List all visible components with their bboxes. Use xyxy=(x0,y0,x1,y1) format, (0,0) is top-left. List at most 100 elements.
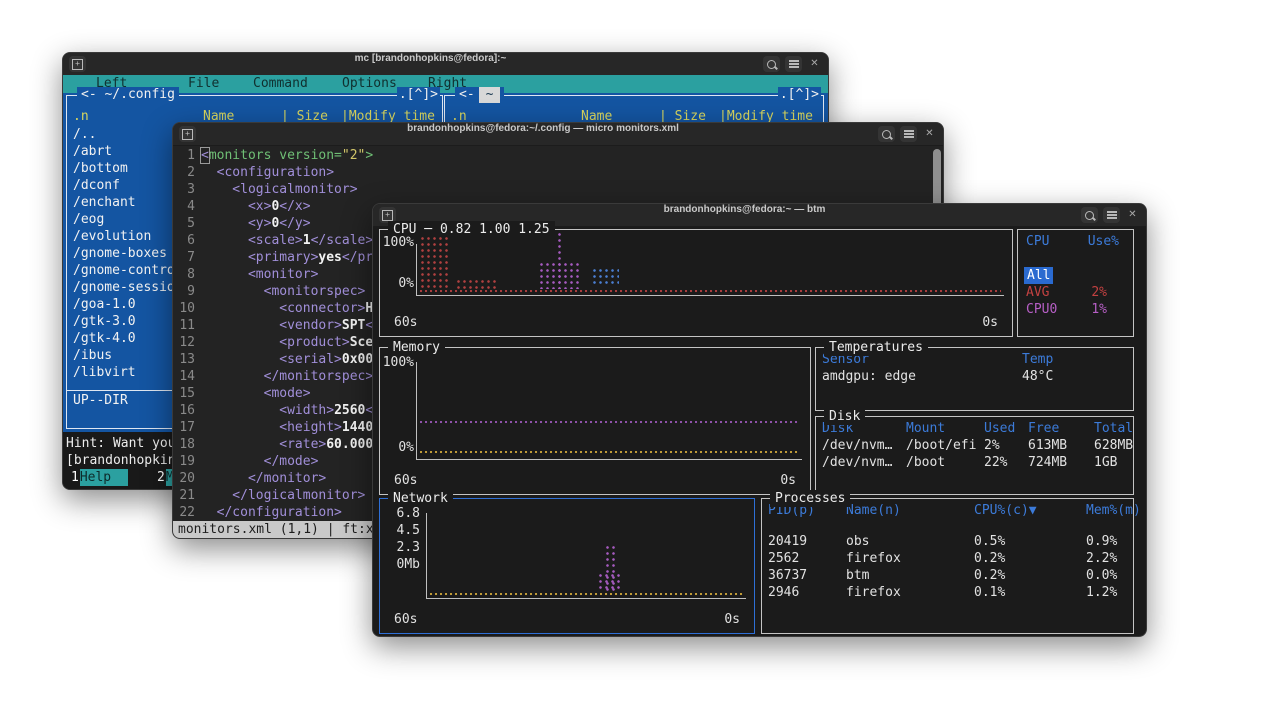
mc-left-panel-corner: .[^]> xyxy=(397,87,440,103)
mc-command-prompt[interactable]: [brandonhopkin xyxy=(66,452,176,469)
search-button[interactable] xyxy=(1081,207,1098,223)
micro-titlebar[interactable]: + brandonhopkins@fedora:~/.config — micr… xyxy=(173,123,943,146)
new-tab-icon: + xyxy=(382,210,393,221)
processes-panel[interactable]: Processes PID(p) Name(n) CPU%(c)▼ Mem%(m… xyxy=(761,498,1134,634)
code-line[interactable]: 3 <logicalmonitor> xyxy=(173,181,943,198)
menu-item-file[interactable]: File xyxy=(188,75,219,93)
cpu-graph xyxy=(416,244,1004,296)
cpu-legend-row[interactable]: CPU0 1% xyxy=(1018,301,1133,318)
line-number: 2 xyxy=(173,164,195,181)
table-cell: 1GB xyxy=(1094,454,1133,471)
table-row: /dev/nvm…/boot22%724MB1GB xyxy=(816,454,1133,471)
new-tab-button[interactable]: + xyxy=(179,126,196,142)
close-button[interactable]: ✕ xyxy=(921,126,938,142)
sort-indicator[interactable]: .n xyxy=(73,108,89,125)
table-row: amdgpu: edge48°C xyxy=(816,368,1133,385)
code-text: <monitor> xyxy=(201,267,318,282)
network-y-1: 4.5 xyxy=(384,522,420,539)
table-cell: obs xyxy=(846,533,974,550)
temperatures-panel[interactable]: Temperatures Sensor Temp amdgpu: edge48°… xyxy=(815,347,1134,411)
table-cell: 2562 xyxy=(768,550,846,567)
table-cell: 2946 xyxy=(768,584,846,601)
memory-x-right: 0s xyxy=(780,472,796,489)
table-cell: 1.2% xyxy=(1086,584,1133,601)
menu-item-options[interactable]: Options xyxy=(342,75,397,93)
ram-usage-line xyxy=(420,421,799,424)
table-cell: 0.2% xyxy=(974,550,1086,567)
memory-graph xyxy=(416,362,802,460)
table-cell: 36737 xyxy=(768,567,846,584)
mc-titlebar[interactable]: + mc [brandonhopkins@fedora]:~ ✕ xyxy=(63,53,828,76)
line-number: 4 xyxy=(173,198,195,215)
cpu-y-min: 0% xyxy=(382,275,414,292)
line-number: 15 xyxy=(173,385,195,402)
table-cell: firefox xyxy=(846,550,974,567)
code-text: <scale>1</scale> xyxy=(201,233,373,248)
col-name[interactable]: Name(n) xyxy=(846,502,974,519)
mc-right-panel-corner: .[^]> xyxy=(778,87,821,103)
col-free: Free xyxy=(1028,420,1094,437)
line-number: 5 xyxy=(173,215,195,232)
line-number: 1 xyxy=(173,147,195,164)
table-row[interactable]: 20419obs0.5%0.9% xyxy=(762,533,1133,550)
network-x-right: 0s xyxy=(724,611,740,628)
cpu-panel[interactable]: CPU ─ 0.82 1.00 1.25 100% 0% 60s 0s xyxy=(379,229,1013,337)
col-mount: Mount xyxy=(906,420,984,437)
code-text: <configuration> xyxy=(201,165,334,180)
network-panel[interactable]: Network 6.8 4.5 2.3 0Mb 60s 0s xyxy=(379,498,755,634)
cpu-legend-panel[interactable]: CPU Use% AllAVG2%CPU01% xyxy=(1017,229,1134,337)
col-cpu-sorted[interactable]: CPU%(c)▼ xyxy=(974,502,1086,519)
cpu-legend-rows: AllAVG2%CPU0 1% xyxy=(1018,250,1133,318)
memory-panel[interactable]: Memory 100% 0% 60s 0s xyxy=(379,347,811,495)
search-button[interactable] xyxy=(878,126,895,142)
network-graph xyxy=(426,513,746,599)
close-icon: ✕ xyxy=(925,129,933,139)
close-button[interactable]: ✕ xyxy=(806,56,823,72)
legend-value: 1% xyxy=(1091,301,1107,318)
close-button[interactable]: ✕ xyxy=(1124,207,1141,223)
mc-right-panel-path: <- ~ xyxy=(455,87,504,103)
table-row[interactable]: 2946firefox0.1%1.2% xyxy=(762,584,1133,601)
table-cell: 0.2% xyxy=(974,567,1086,584)
table-cell: 0.5% xyxy=(974,533,1086,550)
cpu-legend-row[interactable]: All xyxy=(1018,267,1133,284)
table-row[interactable]: 36737btm0.2%0.0% xyxy=(762,567,1133,584)
line-number: 16 xyxy=(173,402,195,419)
menu-button[interactable] xyxy=(785,56,802,72)
line-number: 22 xyxy=(173,504,195,521)
line-number: 18 xyxy=(173,436,195,453)
menu-button[interactable] xyxy=(900,126,917,142)
menu-button[interactable] xyxy=(1103,207,1120,223)
table-cell: 48°C xyxy=(1022,368,1133,385)
legend-col-cpu: CPU xyxy=(1026,233,1049,250)
line-number: 17 xyxy=(173,419,195,436)
code-text: <monitors version="2"> xyxy=(201,148,373,163)
cpu-y-max: 100% xyxy=(382,234,414,251)
table-cell: firefox xyxy=(846,584,974,601)
line-number: 19 xyxy=(173,453,195,470)
fkey-help[interactable]: 1Help xyxy=(71,469,128,486)
disk-panel[interactable]: Disk Disk Mount Used Free Total /dev/nvm… xyxy=(815,416,1134,495)
table-row[interactable]: 2562firefox0.2%2.2% xyxy=(762,550,1133,567)
search-button[interactable] xyxy=(763,56,780,72)
code-text: </monitorspec> xyxy=(201,369,373,384)
line-number: 11 xyxy=(173,317,195,334)
fkey-number: 2 xyxy=(157,469,166,486)
temperatures-rows: amdgpu: edge48°C xyxy=(816,368,1133,385)
table-cell: 22% xyxy=(984,454,1028,471)
cpu-legend-row[interactable]: AVG2% xyxy=(1018,284,1133,301)
desktop: + mc [brandonhopkins@fedora]:~ ✕ LeftFil… xyxy=(0,0,1280,720)
col-used: Used xyxy=(984,420,1028,437)
legend-name: CPU0 xyxy=(1026,301,1057,318)
code-text: <connector>H xyxy=(201,301,373,316)
menu-item-command[interactable]: Command xyxy=(253,75,308,93)
new-tab-button[interactable]: + xyxy=(69,56,86,72)
code-line[interactable]: 2 <configuration> xyxy=(173,164,943,181)
table-cell: /dev/nvm… xyxy=(822,454,906,471)
process-rows: 20419obs0.5%0.9%2562firefox0.2%2.2%36737… xyxy=(762,519,1133,601)
code-text: <height>1440 xyxy=(201,420,373,435)
code-text: <logicalmonitor> xyxy=(201,182,358,197)
col-mem[interactable]: Mem%(m) xyxy=(1086,502,1141,519)
code-line[interactable]: 1 <monitors version="2"> xyxy=(173,147,943,164)
table-cell: /boot/efi xyxy=(906,437,984,454)
